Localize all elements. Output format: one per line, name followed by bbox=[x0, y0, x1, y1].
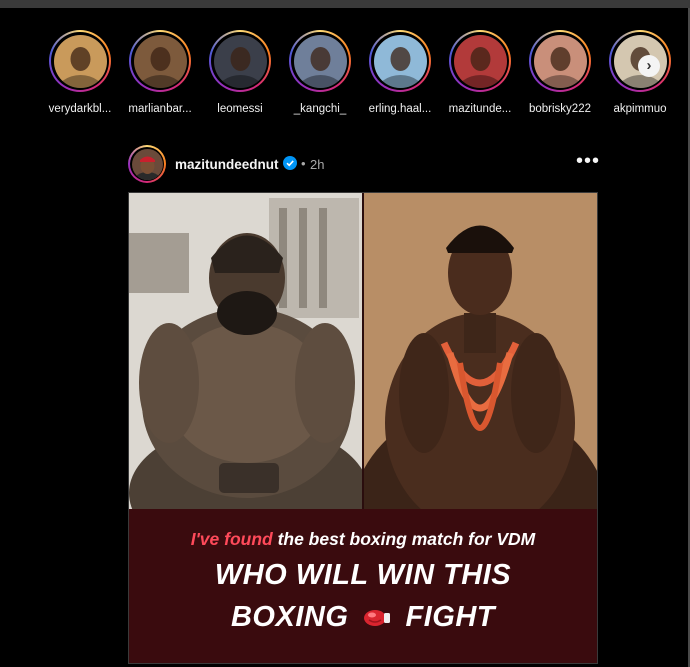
story-username[interactable]: mazitunde... bbox=[440, 103, 520, 115]
story-item[interactable]: marlianbar... bbox=[120, 30, 200, 115]
story-ring[interactable] bbox=[129, 30, 191, 92]
story-username[interactable]: bobrisky222 bbox=[520, 103, 600, 115]
story-ring[interactable] bbox=[289, 30, 351, 92]
story-ring[interactable] bbox=[529, 30, 591, 92]
post-caption-banner: I've found the best boxing match for VDM… bbox=[129, 509, 597, 663]
post-media[interactable]: I've found the best boxing match for VDM… bbox=[128, 192, 598, 664]
story-ring[interactable] bbox=[369, 30, 431, 92]
story-avatar bbox=[133, 34, 187, 88]
photo-right-fighter bbox=[364, 193, 597, 509]
photo-left-fighter bbox=[129, 193, 362, 509]
story-item[interactable]: verydarkbl... bbox=[40, 30, 120, 115]
story-ring[interactable] bbox=[449, 30, 511, 92]
story-item[interactable]: leomessi bbox=[200, 30, 280, 115]
story-username[interactable]: erling.haal... bbox=[360, 103, 440, 115]
banner-line-1: I've found the best boxing match for VDM bbox=[129, 529, 597, 550]
banner-highlight: I've found bbox=[190, 529, 273, 549]
banner-line-2: WHO WILL WIN THIS bbox=[214, 559, 512, 591]
story-username[interactable]: akpimmuo bbox=[600, 103, 680, 115]
story-username[interactable]: _kangchi_ bbox=[280, 103, 360, 115]
more-options-icon[interactable]: ••• bbox=[576, 150, 600, 173]
story-avatar bbox=[213, 34, 267, 88]
story-item[interactable]: _kangchi_ bbox=[280, 30, 360, 115]
story-username[interactable]: verydarkbl... bbox=[40, 103, 120, 115]
post-avatar[interactable] bbox=[128, 145, 166, 183]
story-avatar bbox=[293, 34, 347, 88]
separator-dot: • bbox=[301, 156, 306, 171]
story-item[interactable]: erling.haal... bbox=[360, 30, 440, 115]
verified-badge-icon bbox=[283, 156, 297, 170]
banner-line-3-b: FIGHT bbox=[405, 601, 496, 633]
story-username[interactable]: marlianbar... bbox=[120, 103, 200, 115]
banner-line-1-rest: the best boxing match for VDM bbox=[272, 529, 536, 549]
story-username[interactable]: leomessi bbox=[200, 103, 280, 115]
post-avatar-image bbox=[131, 148, 163, 180]
banner-line-3-a: BOXING bbox=[230, 601, 349, 633]
story-avatar bbox=[373, 34, 427, 88]
post-header: mazitundeednut • 2h ••• bbox=[128, 145, 600, 183]
stories-tray: verydarkbl... marlianbar... leomessi _kangc… bbox=[0, 30, 688, 125]
post-username[interactable]: mazitundeednut bbox=[175, 157, 279, 172]
banner-line-3: BOXING FIGHT bbox=[129, 601, 597, 634]
post-time[interactable]: 2h bbox=[310, 157, 324, 172]
story-item[interactable]: bobrisky222 bbox=[520, 30, 600, 115]
story-avatar bbox=[533, 34, 587, 88]
window-top-bar bbox=[0, 0, 690, 8]
story-avatar bbox=[453, 34, 507, 88]
chevron-right-icon[interactable]: › bbox=[638, 55, 660, 77]
story-avatar bbox=[53, 34, 107, 88]
story-ring[interactable] bbox=[209, 30, 271, 92]
story-ring[interactable] bbox=[49, 30, 111, 92]
boxing-glove-icon bbox=[363, 610, 390, 627]
story-item[interactable]: mazitunde... bbox=[440, 30, 520, 115]
